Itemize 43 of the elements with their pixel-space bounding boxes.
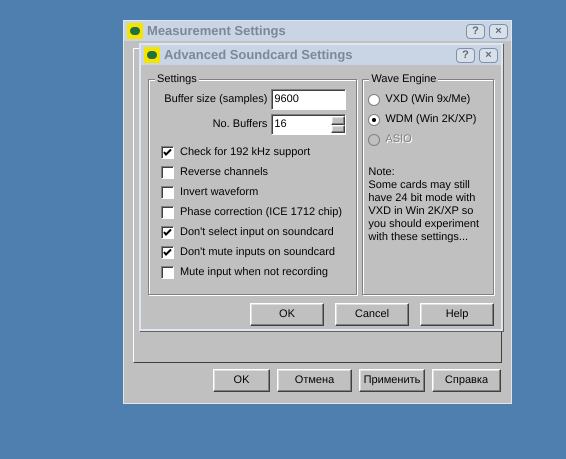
checkbox-label: Phase correction (ICE 1712 chip)	[180, 205, 342, 220]
checkbox-label: Reverse channels	[180, 165, 268, 180]
checkbox[interactable]	[161, 146, 174, 159]
checkbox[interactable]	[161, 266, 174, 279]
dialog-button[interactable]: Отмена	[277, 369, 352, 392]
dialog-button[interactable]: Cancel	[335, 303, 409, 326]
dialog-button[interactable]: OK	[250, 303, 324, 326]
help-button[interactable]: ?	[456, 48, 475, 62]
checkbox[interactable]	[161, 246, 174, 259]
help-button[interactable]: ?	[466, 24, 485, 38]
radio-button[interactable]	[368, 114, 380, 126]
checkbox-label: Don't select input on soundcard	[180, 225, 334, 240]
dialog-button[interactable]: Применить	[359, 369, 425, 392]
dialog-button[interactable]: OK	[213, 369, 270, 392]
group-title: Settings	[155, 73, 199, 86]
note-text: Note:	[368, 166, 396, 179]
field-label: No. Buffers	[212, 117, 268, 132]
radio-button[interactable]	[368, 94, 380, 106]
radio-label: ASIO	[385, 132, 412, 148]
spin-field[interactable]: 16	[271, 114, 346, 135]
checkbox-label: Don't mute inputs on soundcard	[180, 245, 335, 260]
checkbox[interactable]	[161, 186, 174, 199]
checkbox[interactable]	[161, 166, 174, 179]
close-button[interactable]: ×	[489, 24, 508, 38]
input-field[interactable]: 9600	[271, 89, 346, 110]
app-logo-icon	[127, 23, 143, 39]
window-title: Advanced Soundcard Settings	[164, 46, 354, 64]
checkbox[interactable]	[161, 226, 174, 239]
dialog-button[interactable]: Help	[420, 303, 494, 326]
app-logo-icon	[144, 47, 160, 63]
checkbox-label: Check for 192 kHz support	[180, 145, 310, 160]
checkbox[interactable]	[161, 206, 174, 219]
field-label: Buffer size (samples)	[164, 92, 268, 108]
radio-label: WDM (Win 2K/XP)	[385, 112, 476, 128]
group-title: Wave Engine	[369, 73, 438, 86]
window-title: Measurement Settings	[147, 22, 287, 40]
dialog-button[interactable]: Справка	[432, 369, 501, 392]
checkbox-label: Invert waveform	[180, 185, 258, 200]
spin-up-button[interactable]	[331, 116, 346, 124]
note-text: Some cards may still have 24 bit mode with VXD in Win 2K/XP so you should experiment with these settings...	[368, 179, 480, 244]
checkbox-label: Mute input when not recording	[180, 265, 328, 280]
radio-label: VXD (Win 9x/Me)	[385, 92, 470, 108]
close-button[interactable]: ×	[479, 48, 498, 62]
